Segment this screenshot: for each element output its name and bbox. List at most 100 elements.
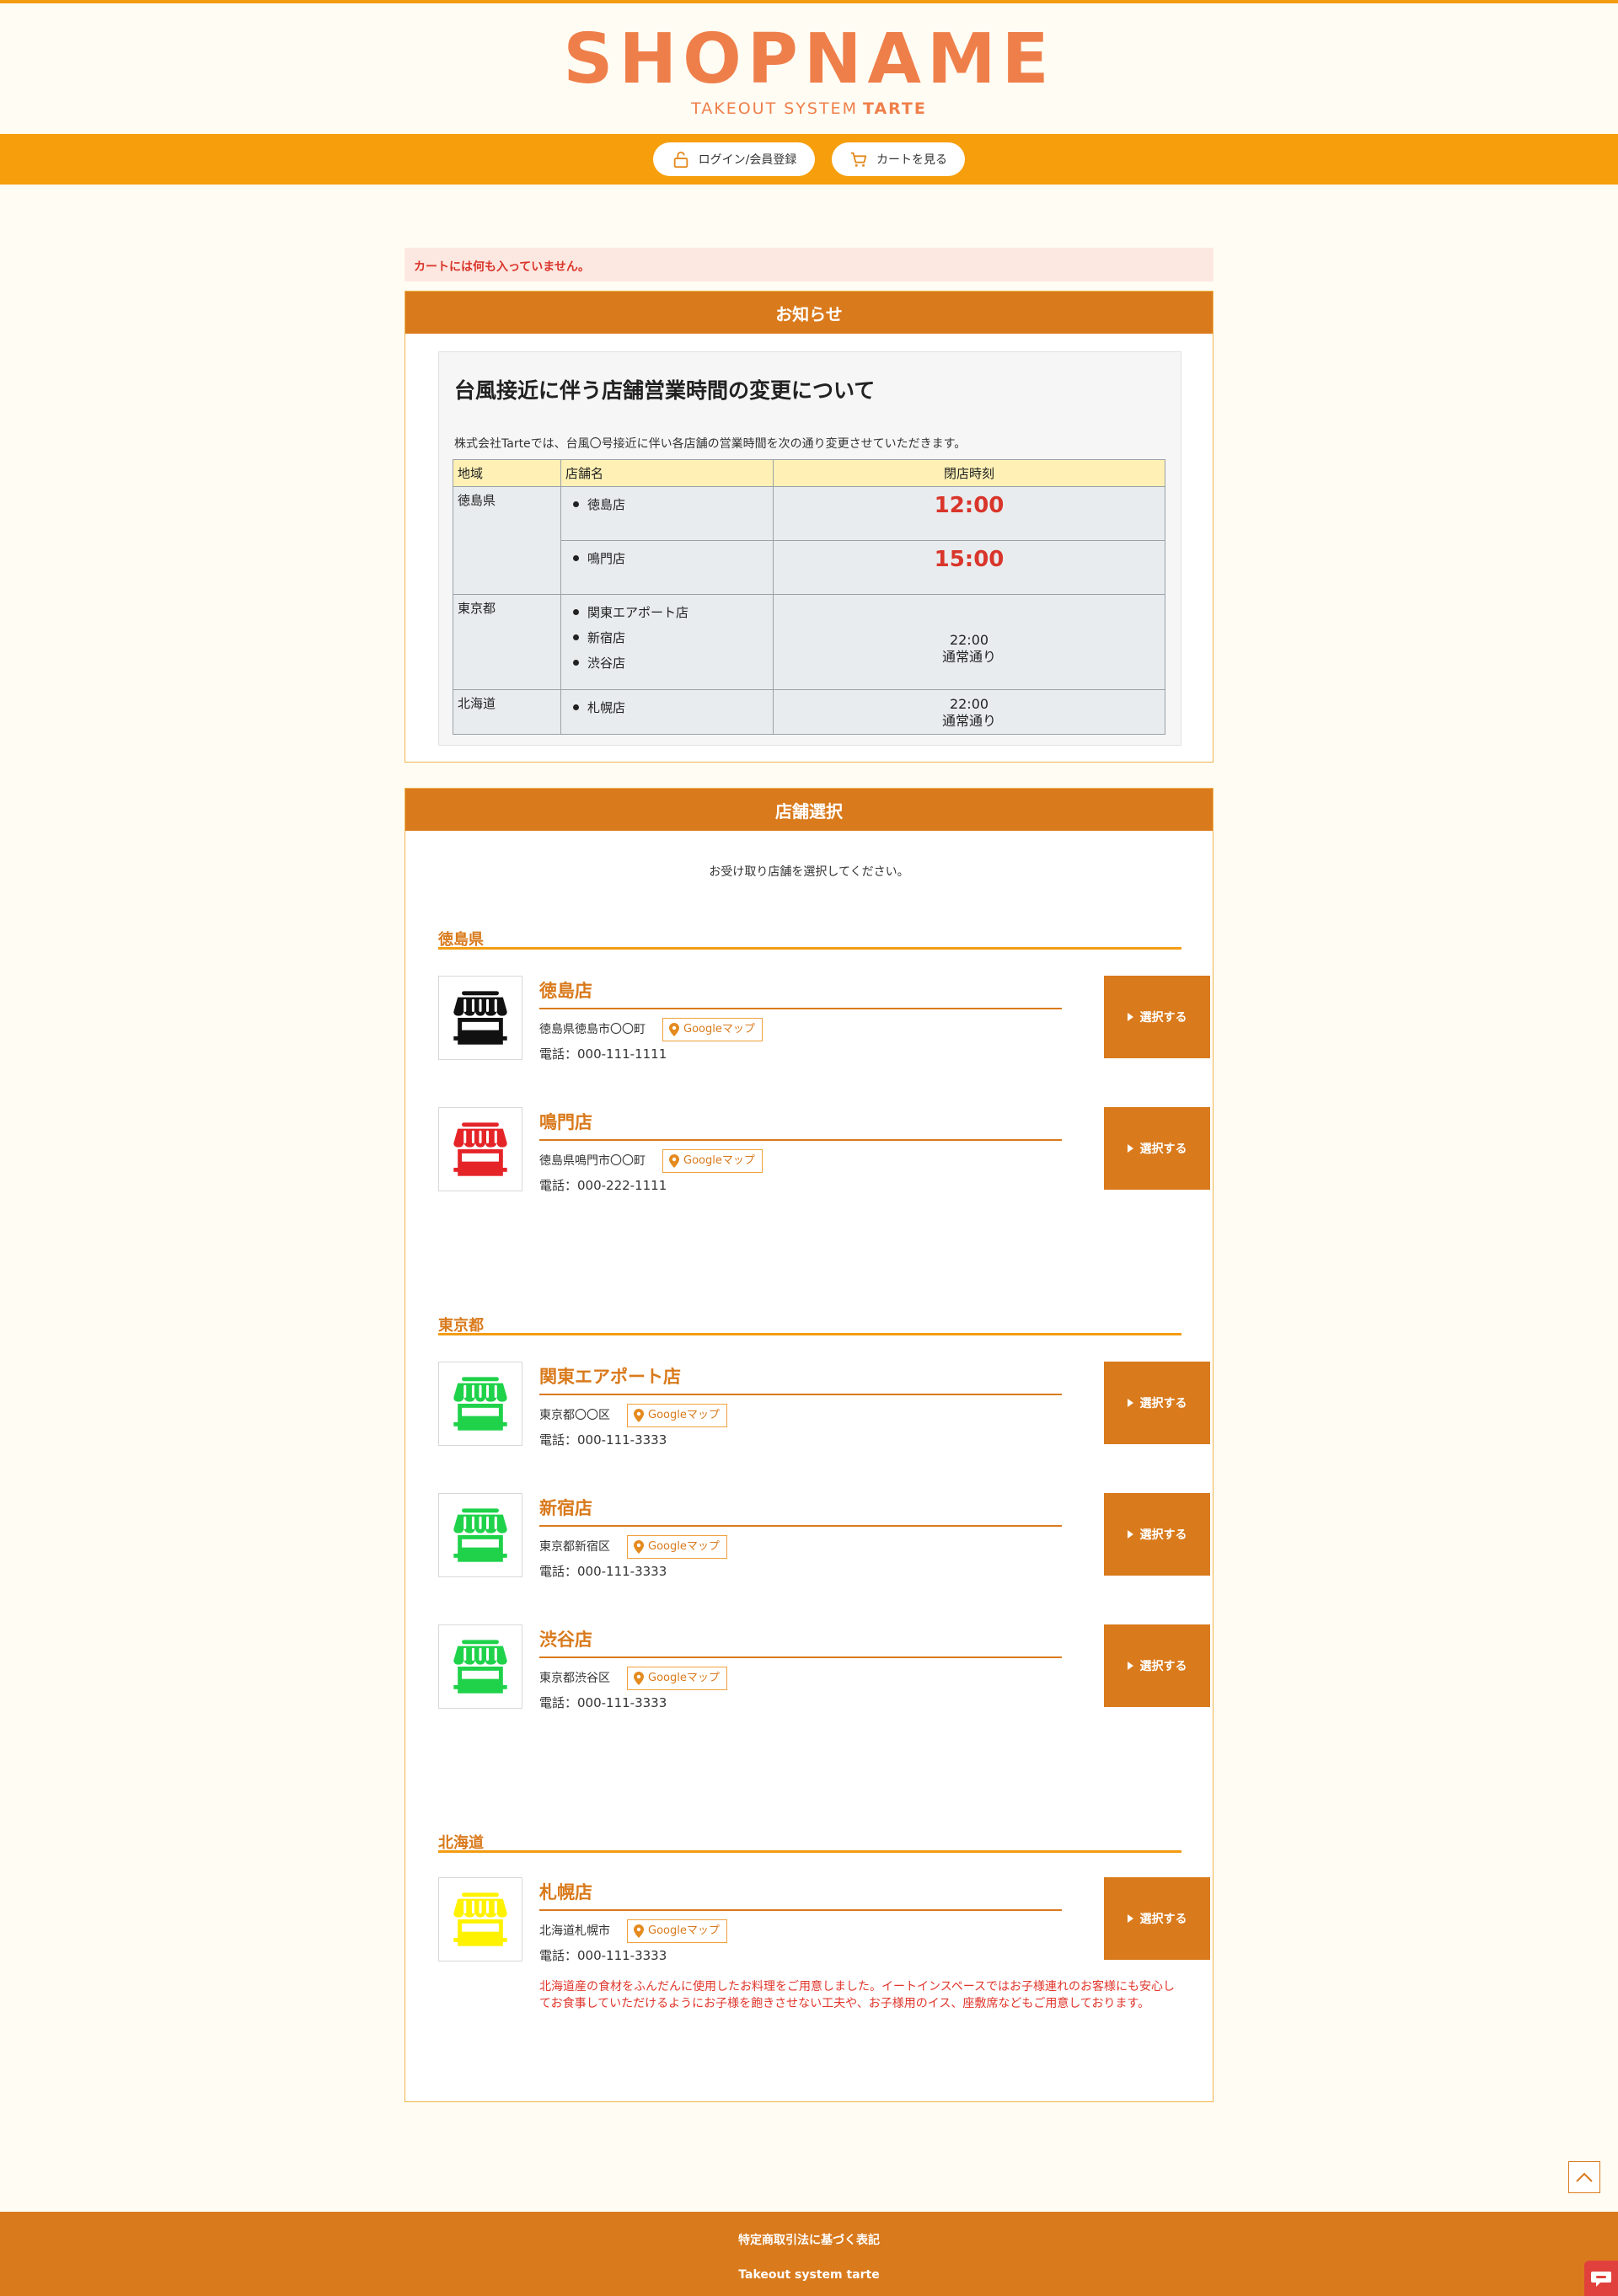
table-row: 北海道 札幌店 22:00 通常通り	[453, 689, 1165, 735]
google-map-link[interactable]: Googleマップ	[662, 1018, 763, 1041]
store-tel: 電話：000-111-3333	[539, 1695, 667, 1710]
google-map-link[interactable]: Googleマップ	[627, 1535, 727, 1559]
store-tel: 電話：000-222-1111	[539, 1178, 667, 1193]
map-label: Googleマップ	[648, 1540, 720, 1553]
col-region: 地域	[453, 459, 561, 487]
store-image	[438, 1362, 522, 1446]
store-tel: 電話：000-111-3333	[539, 1564, 667, 1579]
store-item-tokushima: 徳島店 徳島県徳島市〇〇町 Googleマップ 電話：000-111-1111 …	[438, 976, 1210, 1062]
select-store-button[interactable]: 選択する	[1104, 1362, 1210, 1444]
store-address: 徳島県鳴門市〇〇町	[539, 1154, 646, 1168]
storefront-icon	[447, 1116, 513, 1182]
map-pin-icon	[634, 1924, 644, 1938]
tagline-text: TAKEOUT SYSTEM	[691, 99, 858, 118]
storefront-icon	[447, 1887, 513, 1952]
map-pin-icon	[634, 1540, 644, 1554]
close-time: 12:00	[934, 493, 1005, 518]
time-cell: 22:00 通常通り	[773, 594, 1165, 690]
region-cell: 北海道	[453, 689, 561, 735]
region-cell: 徳島県	[453, 486, 561, 595]
select-store-button[interactable]: 選択する	[1104, 1624, 1210, 1707]
google-map-link[interactable]: Googleマップ	[627, 1919, 727, 1943]
store-address-row: 北海道札幌市 Googleマップ	[539, 1919, 727, 1943]
tagline: TAKEOUT SYSTEM TARTE	[0, 99, 1618, 118]
close-time: 22:00	[949, 696, 989, 712]
select-store-button[interactable]: 選択する	[1104, 1107, 1210, 1190]
shop-logo[interactable]: SHOPNAME	[0, 22, 1618, 98]
google-map-link[interactable]: Googleマップ	[662, 1149, 763, 1173]
table-row: 徳島県 徳島店 12:00	[453, 486, 1165, 595]
store-address: 北海道札幌市	[539, 1924, 610, 1938]
store-address-row: 東京都新宿区 Googleマップ	[539, 1535, 727, 1559]
store-cell: 関東エアポート店 新宿店 渋谷店	[560, 594, 774, 690]
store-select-intro: お受け取り店舗を選択してください。	[709, 865, 909, 879]
store-item-naruto: 鳴門店 徳島県鳴門市〇〇町 Googleマップ 電話：000-222-1111 …	[438, 1107, 1210, 1193]
store-note: 北海道産の食材をふんだんに使用したお料理をご用意しました。イートインスペースでは…	[539, 1980, 1176, 2010]
legal-notice-link[interactable]: 特定商取引法に基づく表記	[0, 2231, 1618, 2248]
store-address: 徳島県徳島市〇〇町	[539, 1023, 646, 1036]
map-label: Googleマップ	[648, 1409, 720, 1421]
cart-label: カートを見る	[876, 153, 947, 167]
close-time: 22:00	[949, 632, 989, 648]
col-store: 店舗名	[560, 459, 774, 487]
notice-text: 株式会社Tarteでは、台風〇号接近に伴い各店舗の営業時間を次の通り変更させてい…	[454, 437, 967, 451]
store-address: 東京都〇〇区	[539, 1409, 610, 1422]
tagline-brand: TARTE	[862, 99, 927, 118]
store-image	[438, 1624, 522, 1709]
unlock-icon	[673, 151, 688, 169]
select-store-button[interactable]: 選択する	[1104, 976, 1210, 1058]
store-item: 札幌店	[587, 699, 626, 715]
map-pin-icon	[634, 1672, 644, 1685]
store-name: 渋谷店	[539, 1626, 1062, 1658]
time-cell: 15:00	[773, 540, 1165, 595]
store-name: 新宿店	[539, 1495, 1062, 1527]
list-item: 関東エアポート店	[570, 599, 769, 624]
select-store-button[interactable]: 選択する	[1104, 1493, 1210, 1576]
hours-table: 地域 店舗名 閉店時刻 徳島県 徳島店 12:00 鳴門店 15:00 東京都 …	[453, 459, 1165, 735]
map-label: Googleマップ	[683, 1154, 755, 1167]
store-address-row: 徳島県徳島市〇〇町 Googleマップ	[539, 1018, 763, 1041]
storefront-icon	[447, 1502, 513, 1568]
storefront-icon	[447, 1371, 513, 1437]
select-store-button[interactable]: 選択する	[1104, 1877, 1210, 1960]
notice-box: 台風接近に伴う店舗営業時間の変更について 株式会社Tarteでは、台風〇号接近に…	[438, 351, 1181, 746]
store-item: 渋谷店	[587, 655, 626, 671]
map-pin-icon	[669, 1023, 679, 1036]
store-cell: 徳島店	[560, 486, 774, 541]
google-map-link[interactable]: Googleマップ	[627, 1667, 727, 1690]
time-cell: 22:00 通常通り	[773, 689, 1165, 735]
list-item: 鳴門店	[570, 545, 769, 570]
notice-heading: お知らせ	[405, 292, 1213, 334]
map-pin-icon	[634, 1409, 644, 1422]
storefront-icon	[447, 985, 513, 1051]
region-heading: 東京都	[438, 1314, 1181, 1335]
store-cell: 鳴門店	[560, 540, 774, 595]
cart-button[interactable]: カートを見る	[832, 142, 965, 176]
table-header-row: 地域 店舗名 閉店時刻	[453, 459, 1165, 487]
cart-icon	[850, 152, 867, 167]
list-item: 徳島店	[570, 491, 769, 516]
site-footer: 特定商取引法に基づく表記 Takeout system tarte	[0, 2212, 1618, 2296]
storefront-icon	[447, 1634, 513, 1699]
chevron-up-icon	[1576, 2172, 1593, 2182]
store-item-shinjuku: 新宿店 東京都新宿区 Googleマップ 電話：000-111-3333 選択す…	[438, 1493, 1210, 1579]
store-name: 徳島店	[539, 977, 1062, 1009]
map-label: Googleマップ	[648, 1924, 720, 1937]
store-item-shibuya: 渋谷店 東京都渋谷区 Googleマップ 電話：000-111-3333 選択す…	[438, 1624, 1210, 1710]
google-map-link[interactable]: Googleマップ	[627, 1404, 727, 1427]
store-name: 関東エアポート店	[539, 1363, 1062, 1395]
list-item: 札幌店	[570, 694, 769, 720]
store-name: 鳴門店	[539, 1109, 1062, 1141]
region-heading: 北海道	[438, 1831, 1181, 1853]
login-button[interactable]: ログイン/会員登録	[653, 142, 815, 176]
list-item: 渋谷店	[570, 650, 769, 675]
chat-widget-button[interactable]	[1584, 2261, 1618, 2296]
store-cell: 札幌店	[560, 689, 774, 735]
store-image	[438, 1493, 522, 1577]
page-top-button[interactable]	[1568, 2161, 1600, 2193]
store-item: 鳴門店	[587, 550, 626, 566]
close-time-note: 通常通り	[941, 713, 996, 729]
store-name: 札幌店	[539, 1879, 1062, 1911]
store-item-kanto-airport: 関東エアポート店 東京都〇〇区 Googleマップ 電話：000-111-333…	[438, 1362, 1210, 1448]
store-address: 東京都渋谷区	[539, 1672, 610, 1685]
